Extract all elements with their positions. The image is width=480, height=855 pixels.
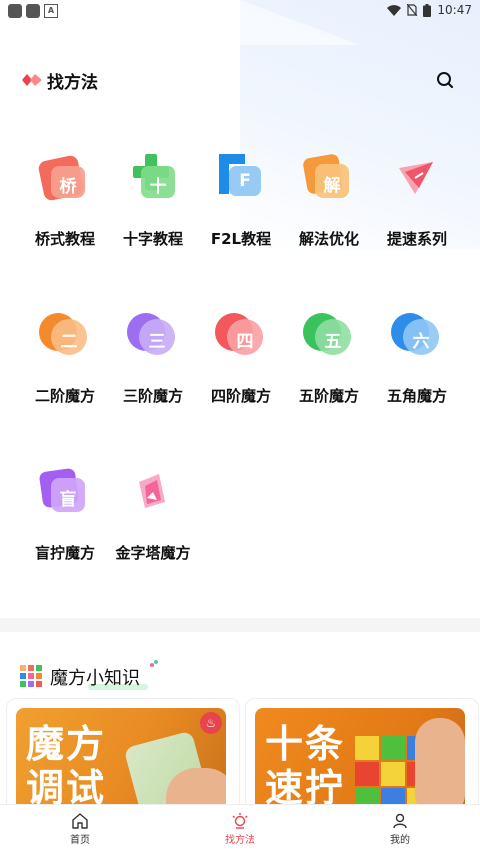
method-item-3x3[interactable]: 三 三阶魔方: [108, 307, 198, 406]
search-icon[interactable]: [434, 69, 456, 91]
nav-label: 首页: [70, 835, 90, 846]
method-label: 提速系列: [386, 230, 447, 248]
method-item-2x2[interactable]: 二 二阶魔方: [20, 307, 110, 406]
cube-2x2-icon: 二: [37, 307, 93, 363]
notification-icon: [8, 4, 22, 18]
blindfold-icon: 盲: [37, 464, 93, 520]
nav-label: 找方法: [225, 835, 255, 846]
method-item-5x5[interactable]: 五 五阶魔方: [284, 307, 374, 406]
a-icon: A: [44, 4, 58, 18]
method-label: 五角魔方: [386, 387, 447, 405]
page-title: 找方法: [47, 73, 98, 93]
home-icon: [72, 813, 88, 829]
status-time: 10:47: [437, 3, 472, 17]
knowledge-card-list: 魔方 调试 ♨ 十条 速拧: [0, 698, 480, 808]
megaminx-icon: 六: [389, 307, 445, 363]
method-label: 五阶魔方: [298, 387, 359, 405]
section-divider: [0, 618, 480, 632]
method-label: 金字塔魔方: [115, 544, 191, 562]
knowledge-title: 魔方小知识: [50, 668, 140, 689]
method-item-megaminx[interactable]: 六 五角魔方: [372, 307, 462, 406]
cube-4x4-icon: 四: [213, 307, 269, 363]
cube-3x3-icon: 三: [125, 307, 181, 363]
nav-home[interactable]: 首页: [0, 805, 160, 855]
hand-photo: [415, 718, 465, 808]
method-label: 二阶魔方: [34, 387, 95, 405]
bridge-tutorial-icon: 桥: [37, 150, 93, 206]
card-title: 魔方 调试: [26, 722, 107, 808]
pyraminx-icon: [125, 464, 181, 520]
cube-5x5-icon: 五: [301, 307, 357, 363]
knowledge-card[interactable]: 十条 速拧: [255, 708, 465, 808]
nav-find-method[interactable]: 找方法: [160, 805, 320, 855]
no-sim-icon: [407, 4, 418, 16]
nav-label: 我的: [390, 835, 410, 846]
method-item-4x4[interactable]: 四 四阶魔方: [196, 307, 286, 406]
method-label: 解法优化: [298, 230, 359, 248]
cube-grid-icon: [20, 665, 42, 687]
wifi-icon: [387, 4, 402, 16]
method-label: F2L教程: [210, 230, 272, 248]
paper-plane-icon: [389, 150, 445, 206]
bulb-icon: [232, 813, 248, 829]
method-item-bridge[interactable]: 桥 桥式教程: [20, 150, 110, 249]
method-item-blindfold[interactable]: 盲 盲拧魔方: [20, 464, 110, 563]
method-item-f2l[interactable]: F F2L教程: [196, 150, 286, 249]
method-label: 桥式教程: [34, 230, 95, 248]
method-item-speed[interactable]: 提速系列: [372, 150, 462, 249]
cross-tutorial-icon: 十: [125, 150, 181, 206]
battery-icon: [423, 3, 432, 17]
cube-logo-icon: [22, 74, 42, 86]
user-icon: [393, 813, 407, 829]
method-label: 三阶魔方: [122, 387, 183, 405]
status-bar: A 10:47: [0, 0, 480, 22]
card-title: 十条 速拧: [265, 722, 346, 808]
method-label: 四阶魔方: [210, 387, 271, 405]
f2l-tutorial-icon: F: [213, 150, 269, 206]
knowledge-card[interactable]: 魔方 调试 ♨: [16, 708, 226, 808]
header: 找方法: [0, 60, 480, 100]
method-label: 十字教程: [122, 230, 183, 248]
fire-icon: ♨: [200, 712, 222, 734]
notification-icon: [26, 4, 40, 18]
method-item-cross[interactable]: 十 十字教程: [108, 150, 198, 249]
solution-optimize-icon: 解: [301, 150, 357, 206]
nav-mine[interactable]: 我的: [320, 805, 480, 855]
method-item-pyraminx[interactable]: 金字塔魔方: [108, 464, 198, 563]
bottom-nav: 首页 找方法 我的: [0, 804, 480, 855]
decor-dots-icon: [150, 660, 158, 667]
method-item-optimize[interactable]: 解 解法优化: [284, 150, 374, 249]
method-label: 盲拧魔方: [34, 544, 95, 562]
